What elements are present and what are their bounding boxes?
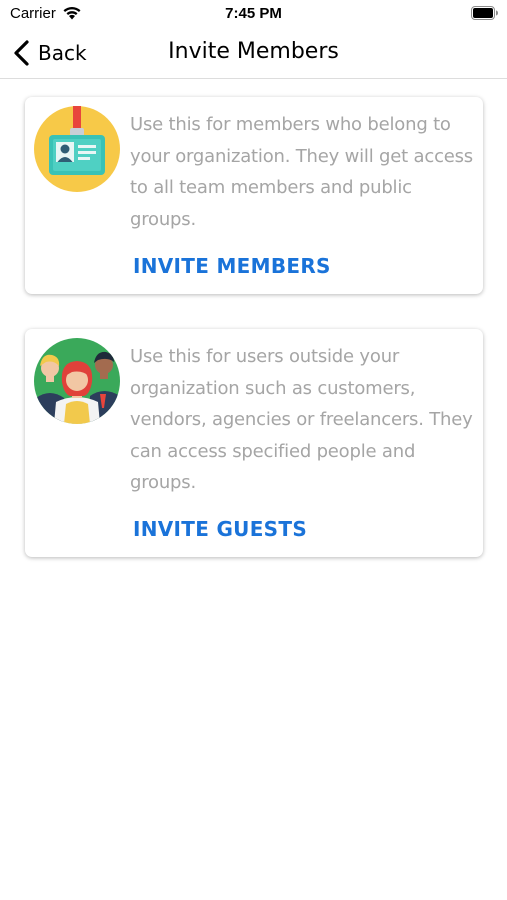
invite-guests-card: Use this for users outside your organiza… [25, 329, 483, 557]
id-badge-icon [34, 106, 120, 192]
status-bar: Carrier 7:45 PM [0, 0, 507, 30]
clock: 7:45 PM [225, 5, 282, 22]
page-title: Invite Members [168, 39, 339, 64]
members-description: Use this for members who belong to your … [130, 114, 473, 230]
invite-members-button[interactable]: INVITE MEMBERS [133, 254, 331, 278]
invite-guests-button[interactable]: INVITE GUESTS [133, 517, 307, 541]
navigation-bar: Back Invite Members [0, 30, 507, 79]
guests-description: Use this for users outside your organiza… [130, 346, 473, 493]
invite-members-card: Use this for members who belong to your … [25, 97, 483, 294]
guest-people-icon [34, 338, 120, 424]
battery-icon [471, 6, 498, 20]
